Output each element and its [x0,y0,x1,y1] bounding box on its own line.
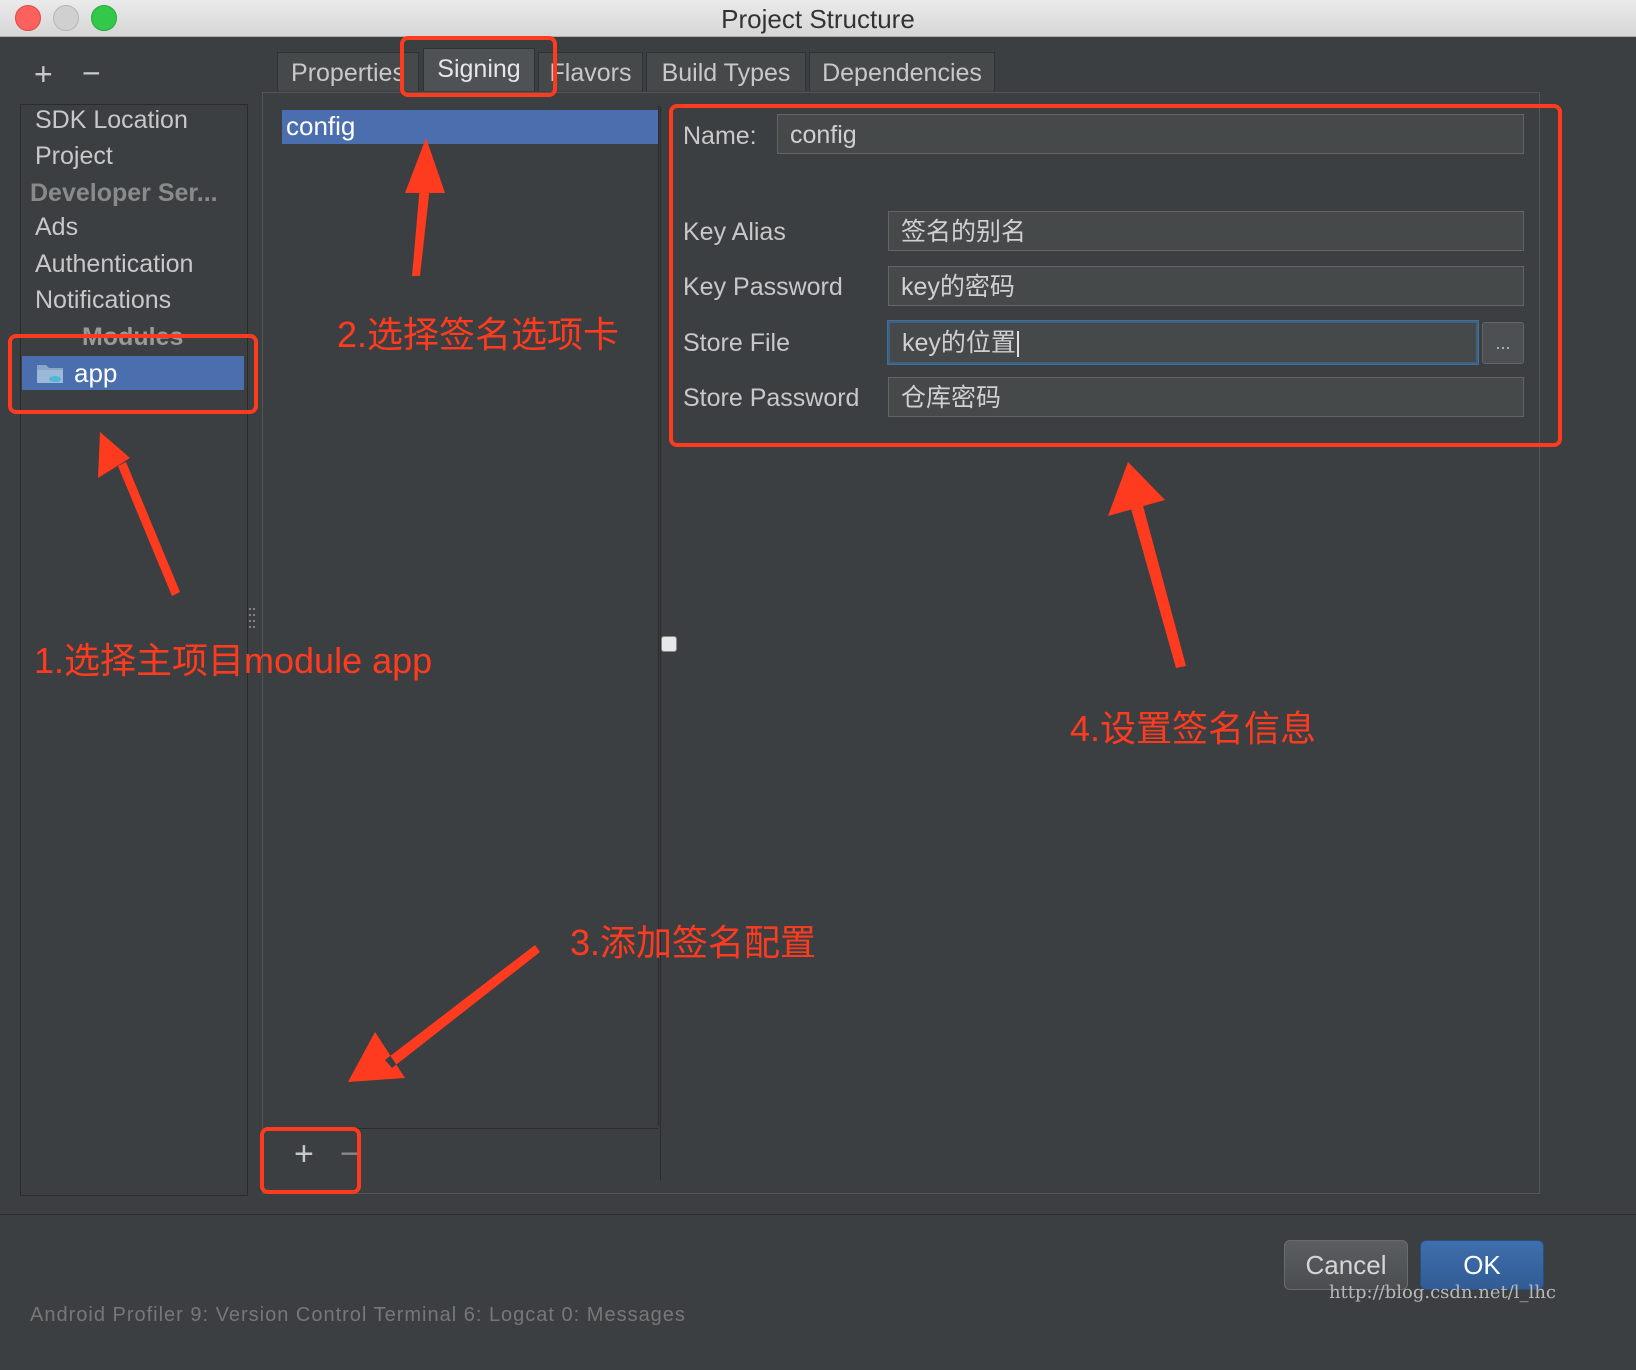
annotation-step4: 4.设置签名信息 [1070,708,1317,749]
annotation-arrows [98,138,1186,1082]
annotation-step3: 3.添加签名配置 [570,922,817,963]
annotation-step2: 2.选择签名选项卡 [337,314,620,355]
arrow-step1 [98,432,180,596]
annotation-step1: 1.选择主项目module app [34,640,433,681]
arrow-step2 [405,138,445,276]
arrow-step3 [348,945,540,1082]
arrow-step4 [1108,462,1186,668]
